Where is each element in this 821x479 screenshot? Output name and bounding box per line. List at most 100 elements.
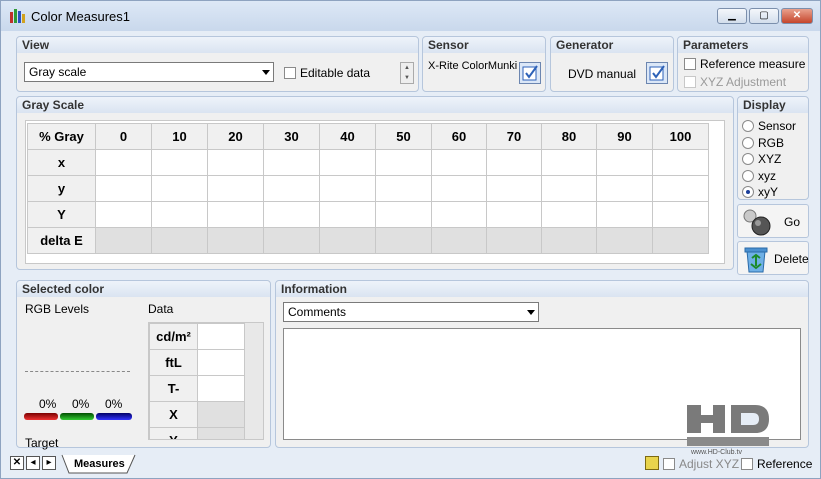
grayscale-cell[interactable] — [207, 227, 264, 254]
grayscale-cell[interactable] — [652, 149, 709, 176]
next-tab-button[interactable]: ▸ — [42, 456, 56, 470]
sensor-edit-button[interactable] — [519, 62, 541, 84]
information-select[interactable]: Comments — [283, 302, 539, 322]
selected-data-row-header[interactable]: cd/m² — [149, 323, 198, 350]
grayscale-cell[interactable] — [151, 149, 208, 176]
grayscale-col-header[interactable]: 40 — [319, 123, 376, 150]
selected-data-cell[interactable] — [197, 401, 245, 428]
grayscale-col-header[interactable]: 0 — [95, 123, 152, 150]
prev-tab-button[interactable]: ◂ — [26, 456, 40, 470]
grayscale-cell[interactable] — [95, 175, 152, 202]
grayscale-cell[interactable] — [486, 201, 542, 228]
grayscale-cell[interactable] — [375, 201, 432, 228]
grayscale-col-header[interactable]: 60 — [431, 123, 487, 150]
grayscale-col-header[interactable]: 20 — [207, 123, 264, 150]
generator-edit-button[interactable] — [646, 62, 668, 84]
view-spinner[interactable]: ▲ ▼ — [400, 62, 414, 84]
grayscale-cell[interactable] — [319, 201, 376, 228]
grayscale-cell[interactable] — [319, 227, 376, 254]
close-button[interactable]: ✕ — [781, 8, 813, 24]
display-radio-xyz[interactable] — [742, 169, 754, 182]
grayscale-cell[interactable] — [541, 227, 597, 254]
grayscale-cell[interactable] — [375, 149, 432, 176]
selected-data-table[interactable]: cd/m²ftLT-XY — [149, 323, 245, 439]
grayscale-row-header[interactable]: Y — [27, 201, 96, 228]
grayscale-cell[interactable] — [207, 149, 264, 176]
grayscale-cell[interactable] — [486, 175, 542, 202]
grayscale-cell[interactable] — [652, 201, 709, 228]
grayscale-cell[interactable] — [263, 149, 320, 176]
selected-data-cell[interactable] — [197, 375, 245, 402]
grayscale-cell[interactable] — [652, 227, 709, 254]
grayscale-cell[interactable] — [596, 149, 653, 176]
grayscale-col-header[interactable]: 70 — [486, 123, 542, 150]
delete-button[interactable]: Delete — [737, 241, 809, 275]
grayscale-col-header[interactable]: 80 — [541, 123, 597, 150]
title-bar[interactable]: Color Measures1 ▁ ▢ ✕ — [1, 1, 820, 31]
grayscale-cell[interactable] — [375, 227, 432, 254]
editable-data-checkbox[interactable] — [284, 67, 296, 79]
grayscale-cell[interactable] — [431, 201, 487, 228]
grayscale-row-header[interactable]: x — [27, 149, 96, 176]
grayscale-cell[interactable] — [263, 227, 320, 254]
reference-checkbox[interactable] — [741, 458, 753, 470]
selected-data-row-header[interactable]: ftL — [149, 349, 198, 376]
grayscale-col-header[interactable]: 100 — [652, 123, 709, 150]
spin-down-icon[interactable]: ▼ — [401, 73, 413, 83]
selected-data-cell[interactable] — [197, 323, 245, 350]
display-radio-rgb[interactable] — [742, 136, 754, 149]
selected-data-row-header[interactable]: X — [149, 401, 198, 428]
close-tab-button[interactable]: ✕ — [10, 456, 24, 470]
grayscale-cell[interactable] — [541, 149, 597, 176]
grayscale-cell[interactable] — [263, 175, 320, 202]
grayscale-cell[interactable] — [319, 175, 376, 202]
reference-measure-checkbox[interactable] — [684, 58, 696, 70]
grayscale-corner-header[interactable]: % Gray — [27, 123, 96, 150]
grayscale-cell[interactable] — [207, 175, 264, 202]
display-radio-sensor[interactable] — [742, 120, 754, 132]
tab-measures[interactable]: Measures — [74, 458, 125, 470]
grayscale-row-header[interactable]: delta E — [27, 227, 96, 254]
grayscale-cell[interactable] — [486, 149, 542, 176]
go-button[interactable]: Go — [737, 204, 809, 238]
grayscale-cell[interactable] — [431, 175, 487, 202]
grayscale-cell[interactable] — [95, 227, 152, 254]
grayscale-cell[interactable] — [431, 227, 487, 254]
maximize-button[interactable]: ▢ — [749, 8, 779, 24]
grayscale-cell[interactable] — [207, 201, 264, 228]
grayscale-cell[interactable] — [151, 201, 208, 228]
selected-data-row-header[interactable]: Y — [149, 427, 198, 439]
selected-data-cell[interactable] — [197, 349, 245, 376]
grayscale-col-header[interactable]: 10 — [151, 123, 208, 150]
display-radio-xyy[interactable] — [742, 186, 754, 198]
minimize-button[interactable]: ▁ — [717, 8, 747, 24]
grayscale-table[interactable]: % Gray 0 10 20 30 40 50 60 70 80 90 100 x y Ydelta E — [27, 123, 709, 254]
grayscale-cell[interactable] — [151, 227, 208, 254]
grayscale-cell[interactable] — [95, 149, 152, 176]
grayscale-cell[interactable] — [375, 175, 432, 202]
view-select[interactable]: Gray scale — [24, 62, 274, 82]
adjust-xyz-checkbox[interactable] — [663, 458, 675, 470]
grayscale-cell[interactable] — [596, 201, 653, 228]
grayscale-col-header[interactable]: 50 — [375, 123, 432, 150]
grayscale-cell[interactable] — [95, 201, 152, 228]
grayscale-col-header[interactable]: 30 — [263, 123, 320, 150]
grayscale-cell[interactable] — [596, 227, 653, 254]
status-warning-icon[interactable] — [645, 456, 659, 470]
grayscale-cell[interactable] — [541, 175, 597, 202]
selected-data-cell[interactable] — [197, 427, 245, 439]
grayscale-cell[interactable] — [652, 175, 709, 202]
grayscale-cell[interactable] — [541, 201, 597, 228]
grayscale-cell[interactable] — [263, 201, 320, 228]
grayscale-row-header[interactable]: y — [27, 175, 96, 202]
display-radio-xyz[interactable] — [742, 153, 754, 165]
grayscale-cell[interactable] — [486, 227, 542, 254]
grayscale-cell[interactable] — [319, 149, 376, 176]
xyz-adjustment-checkbox[interactable] — [684, 76, 696, 88]
grayscale-col-header[interactable]: 90 — [596, 123, 653, 150]
grayscale-cell[interactable] — [596, 175, 653, 202]
grayscale-cell[interactable] — [151, 175, 208, 202]
grayscale-cell[interactable] — [431, 149, 487, 176]
spin-up-icon[interactable]: ▲ — [401, 63, 413, 73]
selected-data-row-header[interactable]: T- — [149, 375, 198, 402]
